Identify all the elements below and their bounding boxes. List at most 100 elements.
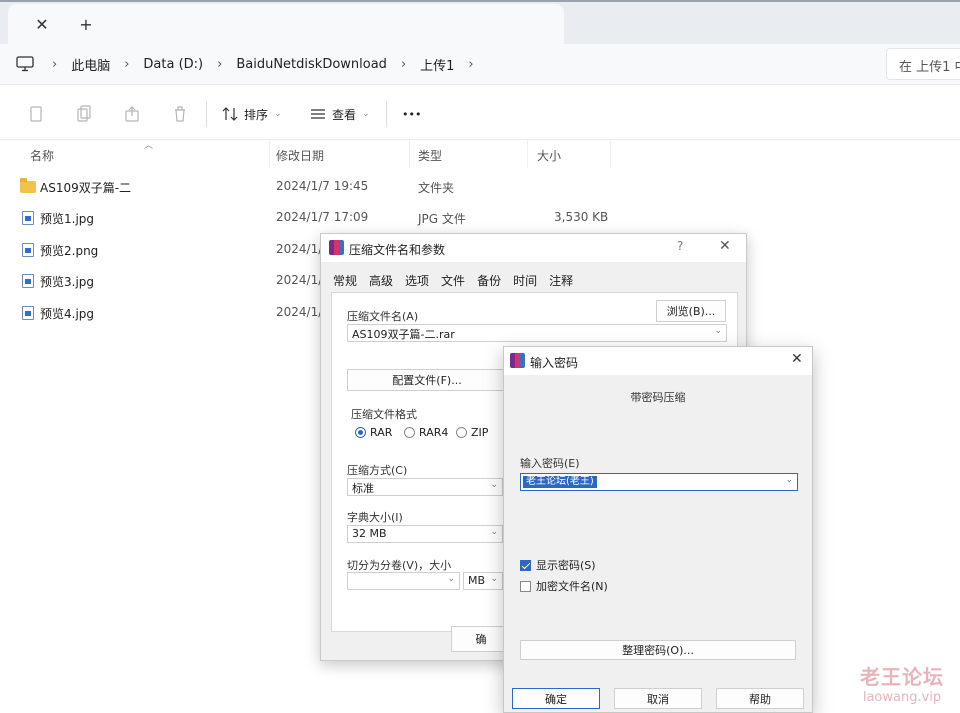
address-bar: › 此电脑 › Data (D:) › BaiduNetdiskDownload… <box>0 44 960 84</box>
organize-passwords-button[interactable]: 整理密码(O)... <box>520 640 796 660</box>
dialog-title-bar[interactable]: 压缩文件名和参数 ? ✕ <box>321 234 746 262</box>
image-file-icon <box>22 274 34 288</box>
compression-method-label: 压缩方式(C) <box>347 464 408 477</box>
enter-password-label: 输入密码(E) <box>520 457 580 470</box>
archive-format-label: 压缩文件格式 <box>351 408 417 421</box>
enter-password-dialog: 输入密码 ✕ 带密码压缩 输入密码(E) 老王论坛(老王) ⌄ 显示密码(S) … <box>503 346 813 713</box>
close-tab-icon[interactable]: ✕ <box>28 10 56 38</box>
tab-general[interactable]: 常规 <box>331 272 363 292</box>
toolbar-divider <box>386 101 387 127</box>
dictionary-size-select[interactable]: 32 MB ⌄ <box>347 525 503 543</box>
archive-name-input[interactable]: AS109双子篇-二.rar ⌄ <box>347 324 727 342</box>
search-input[interactable]: 在 上传1 中 <box>886 48 960 80</box>
profiles-button[interactable]: 配置文件(F)... <box>347 369 507 391</box>
format-zip-radio[interactable]: ZIP <box>456 426 488 439</box>
encrypt-file-names-checkbox[interactable]: 加密文件名(N) <box>520 578 608 594</box>
chevron-down-icon[interactable]: ⌄ <box>785 475 793 485</box>
encrypt-file-names-label: 加密文件名(N) <box>536 580 608 593</box>
tab-files[interactable]: 文件 <box>435 272 471 292</box>
tab-comment[interactable]: 注释 <box>543 272 579 292</box>
image-file-icon <box>22 211 34 225</box>
breadcrumb-chevron-icon[interactable]: › <box>114 57 139 72</box>
file-row[interactable]: 预览1.jpg 2024/1/7 17:09 JPG 文件 3,530 KB <box>0 202 620 234</box>
new-tab-button[interactable]: + <box>72 10 100 38</box>
breadcrumb-chevron-icon[interactable]: › <box>207 57 232 72</box>
close-icon[interactable]: ✕ <box>791 351 803 367</box>
split-size-input[interactable]: ⌄ <box>347 572 460 590</box>
file-date: 2024/1/7 17:09 <box>276 210 369 224</box>
archive-name-label: 压缩文件名(A) <box>347 310 419 323</box>
format-rar-label: RAR <box>370 426 393 439</box>
column-header-name[interactable]: 名称 <box>30 140 270 168</box>
split-unit-select[interactable]: MB ⌄ <box>463 572 503 590</box>
sort-button[interactable]: 排序 ⌄ <box>222 103 282 125</box>
tab-time[interactable]: 时间 <box>507 272 543 292</box>
help-icon[interactable]: ? <box>677 239 683 253</box>
ok-button[interactable]: 确 <box>451 626 511 652</box>
ok-button[interactable]: 确定 <box>512 688 600 709</box>
breadcrumb-chevron-icon[interactable]: › <box>391 57 416 72</box>
breadcrumb-chevron-icon[interactable]: › <box>42 57 67 72</box>
file-name: 预览1.jpg <box>40 212 95 226</box>
chevron-down-icon[interactable]: ⌄ <box>490 527 498 537</box>
watermark-en: laowang.vip <box>862 690 942 705</box>
column-header-date[interactable]: 修改日期 <box>276 140 410 168</box>
this-pc-icon[interactable] <box>16 56 34 72</box>
share-icon[interactable] <box>124 103 140 125</box>
help-button[interactable]: 帮助 <box>716 688 804 709</box>
split-unit-value: MB <box>468 574 486 587</box>
dialog-title: 输入密码 <box>530 356 579 370</box>
breadcrumb-chevron-icon[interactable]: › <box>458 57 483 72</box>
more-options-button[interactable]: ••• <box>402 103 421 125</box>
file-name: 预览3.jpg <box>40 275 95 289</box>
show-password-label: 显示密码(S) <box>536 559 596 572</box>
breadcrumb-drive[interactable]: Data (D:) <box>139 57 207 72</box>
compression-method-select[interactable]: 标准 ⌄ <box>347 478 503 496</box>
checkbox-checked-icon <box>520 559 531 571</box>
chevron-down-icon[interactable]: ⌄ <box>490 574 498 584</box>
radio-icon <box>456 427 467 438</box>
breadcrumb-folder[interactable]: BaiduNetdiskDownload <box>232 57 391 72</box>
radio-selected-icon <box>355 427 366 438</box>
format-rar-radio[interactable]: RAR <box>355 426 392 439</box>
image-file-icon <box>22 306 34 320</box>
browse-button[interactable]: 浏览(B)... <box>656 300 726 322</box>
close-icon[interactable]: ✕ <box>719 238 731 254</box>
winrar-icon <box>510 353 525 368</box>
format-rar4-radio[interactable]: RAR4 <box>404 426 448 439</box>
password-dialog-subtitle: 带密码压缩 <box>630 391 686 404</box>
tab-backup[interactable]: 备份 <box>471 272 507 292</box>
watermark: 老王论坛 laowang.vip <box>852 661 952 705</box>
chevron-down-icon[interactable]: ⌄ <box>490 480 498 490</box>
file-date: 2024/1/ <box>276 273 323 287</box>
file-row[interactable]: AS109双子篇-二 2024/1/7 19:45 文件夹 <box>0 171 620 203</box>
delete-icon[interactable] <box>172 103 188 125</box>
view-label: 查看 <box>332 107 357 122</box>
watermark-cn: 老王论坛 <box>860 665 944 689</box>
breadcrumb-current[interactable]: 上传1 <box>416 55 458 74</box>
show-password-checkbox[interactable]: 显示密码(S) <box>520 557 596 573</box>
password-input[interactable]: 老王论坛(老王) ⌄ <box>520 473 798 491</box>
tab-options[interactable]: 选项 <box>399 272 435 292</box>
cancel-button[interactable]: 取消 <box>614 688 702 709</box>
toolbar-divider <box>206 101 207 127</box>
view-button[interactable]: 查看 ⌄ <box>310 103 370 125</box>
copy-icon[interactable] <box>76 103 92 125</box>
file-name: 预览4.jpg <box>40 307 95 321</box>
file-name: 预览2.png <box>40 244 99 258</box>
archive-name-value: AS109双子篇-二.rar <box>352 328 455 341</box>
chevron-down-icon[interactable]: ⌄ <box>714 326 722 336</box>
column-header-size[interactable]: 大小 <box>537 140 611 168</box>
image-file-icon <box>22 243 34 257</box>
folder-icon <box>20 178 36 193</box>
column-header-type[interactable]: 类型 <box>418 140 528 168</box>
dialog-title-bar[interactable]: 输入密码 ✕ <box>504 347 812 375</box>
view-icon <box>311 109 325 119</box>
breadcrumb-this-pc[interactable]: 此电脑 <box>67 55 114 74</box>
file-type: 文件夹 <box>418 181 455 195</box>
dialog-tabs: 常规 高级 选项 文件 备份 时间 注释 <box>331 272 579 292</box>
chevron-down-icon[interactable]: ⌄ <box>447 574 455 584</box>
file-size: 3,530 KB <box>554 210 609 224</box>
cut-icon[interactable] <box>28 103 44 125</box>
tab-advanced[interactable]: 高级 <box>363 272 399 292</box>
